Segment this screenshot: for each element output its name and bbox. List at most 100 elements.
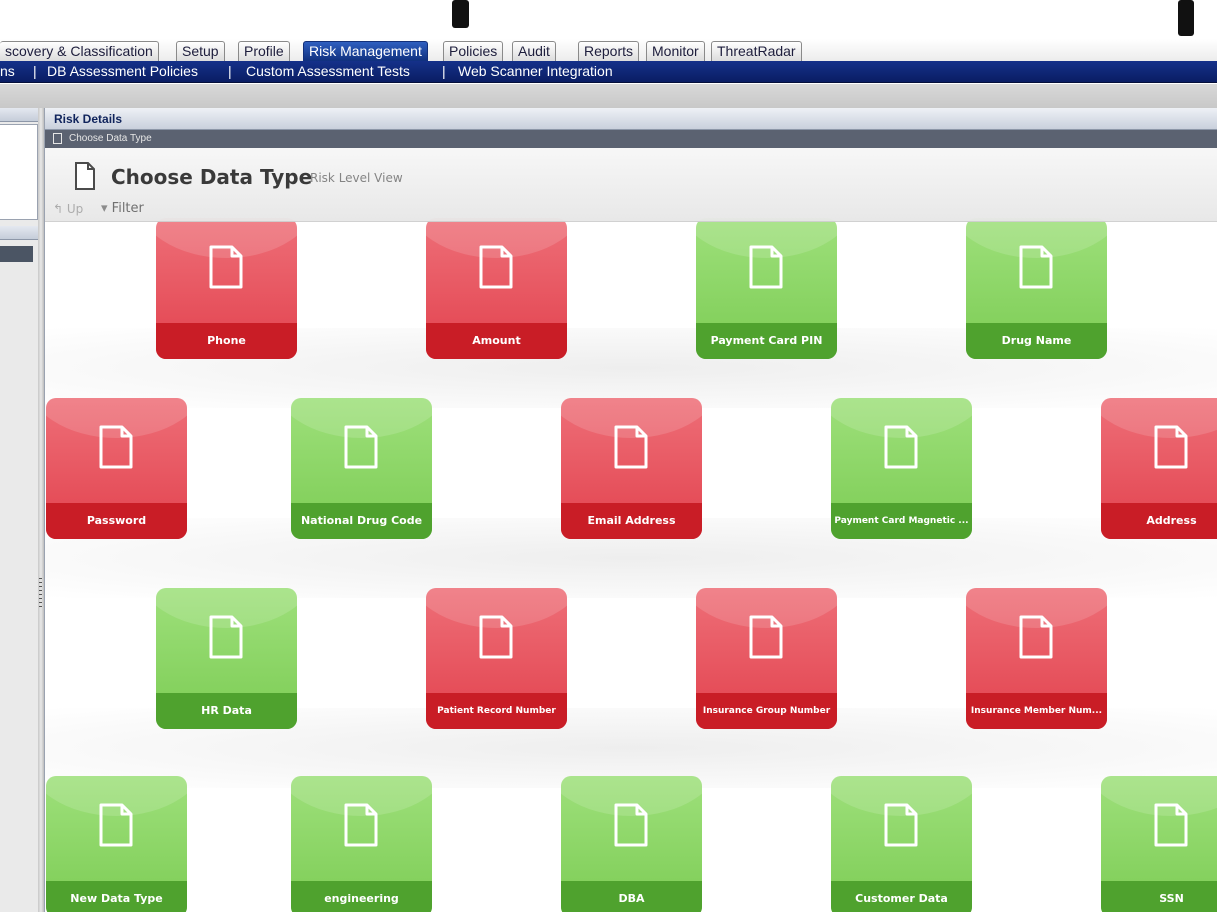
view-title: Choose Data Type [111,165,313,189]
subnav-custom-assessment-tests[interactable]: Custom Assessment Tests [246,62,410,81]
document-icon [1154,425,1188,469]
tab-discovery-classification[interactable]: scovery & Classification [0,41,159,61]
document-icon [884,803,918,847]
up-button[interactable]: ↰ Up [53,202,83,216]
document-icon [53,133,62,144]
screen: scovery & Classification Setup Profile R… [0,0,1217,912]
left-panel-header [0,226,38,240]
subnav-db-assessment-policies[interactable]: DB Assessment Policies [47,62,198,81]
data-type-tile-new-data-type[interactable]: New Data Type [46,776,187,912]
toolbar-band [0,84,1217,108]
view-subtitle: Risk Level View [310,171,403,185]
splitter-grip [39,602,42,603]
tab-reports[interactable]: Reports [578,41,640,61]
data-type-tile-phone[interactable]: Phone [156,218,297,359]
panel-title: Risk Details [54,112,123,126]
tile-label: Phone [207,334,246,347]
up-arrow-icon: ↰ [53,202,67,216]
data-type-tile-password[interactable]: Password [46,398,187,539]
data-type-tile-amount[interactable]: Amount [426,218,567,359]
document-icon [749,615,783,659]
left-panel-box [0,124,38,220]
splitter-grip [39,582,42,583]
data-type-tile-national-drug-code[interactable]: National Drug Code [291,398,432,539]
tile-label: National Drug Code [300,514,423,527]
left-panel-header [0,108,38,122]
document-icon [209,615,243,659]
left-panel-selected-row[interactable] [0,246,33,262]
tab-monitor[interactable]: Monitor [646,41,705,61]
tile-label: Amount [472,334,521,347]
data-type-tile-dba[interactable]: DBA [561,776,702,912]
tile-label: Insurance Group Number [702,706,831,716]
risk-details-panel: Risk Details Choose Data Type Choose Dat… [44,108,1217,912]
data-type-tile-address[interactable]: Address [1101,398,1217,539]
tile-label: New Data Type [70,892,163,905]
clipped-title-glyph [1178,0,1194,36]
document-icon [344,803,378,847]
tile-label: Patient Record Number [437,706,556,716]
left-panel [0,108,40,912]
subnav-item-clipped[interactable]: ns [0,62,15,81]
data-type-tile-payment-card-magnetic[interactable]: Payment Card Magnetic ... [831,398,972,539]
document-icon [614,425,648,469]
subnav-separator: | [33,63,37,79]
data-type-tile-payment-card-pin[interactable]: Payment Card PIN [696,218,837,359]
tab-policies[interactable]: Policies [443,41,504,61]
filter-button[interactable]: ▾ Filter [101,201,144,216]
document-icon [209,245,243,289]
tile-label: Email Address [587,514,676,527]
up-label: Up [66,202,84,216]
tile-label: Drug Name [1001,334,1072,347]
splitter-grip [39,598,42,599]
tab-setup[interactable]: Setup [176,41,225,61]
document-icon [75,162,95,190]
tile-label: Customer Data [855,892,948,905]
tab-profile[interactable]: Profile [238,41,290,61]
tile-label: Password [86,514,147,527]
tile-label: Insurance Member Num... [970,706,1103,716]
tile-label: Payment Card PIN [710,334,823,347]
document-icon [479,615,513,659]
document-icon [749,245,783,289]
data-type-tile-insurance-member-num[interactable]: Insurance Member Num... [966,588,1107,729]
data-type-tile-customer-data[interactable]: Customer Data [831,776,972,912]
tab-risk-management[interactable]: Risk Management [303,41,428,61]
data-type-tile-email-address[interactable]: Email Address [561,398,702,539]
view-header: Choose Data Type Risk Level View ↰ Up ▾ … [45,148,1217,222]
splitter-grip [39,590,42,591]
data-type-grid: Phone Amount Payment Card PIN Drug Name Pass… [45,208,1217,912]
document-icon [344,425,378,469]
main-tab-bar: scovery & Classification Setup Profile R… [0,39,1217,61]
document-icon [1019,245,1053,289]
top-title-strip [0,0,1217,39]
breadcrumb-text: Choose Data Type [69,133,152,144]
subnav-separator: | [442,63,446,79]
tile-label: DBA [618,892,645,905]
splitter-grip [39,586,42,587]
tile-label: HR Data [201,704,252,717]
data-type-tile-engineering[interactable]: engineering [291,776,432,912]
data-type-tile-ssn[interactable]: SSN [1101,776,1217,912]
splitter-grip [39,578,42,579]
sub-nav-bar: ns | DB Assessment Policies | Custom Ass… [0,61,1217,83]
tile-label: engineering [324,892,399,905]
document-icon [1019,615,1053,659]
tile-label: Payment Card Magnetic ... [834,516,969,526]
tab-audit[interactable]: Audit [512,41,556,61]
data-type-tile-drug-name[interactable]: Drug Name [966,218,1107,359]
document-icon [614,803,648,847]
document-icon [1154,803,1188,847]
tab-threatradar[interactable]: ThreatRadar [711,41,802,61]
data-type-tile-hr-data[interactable]: HR Data [156,588,297,729]
filter-label: Filter [111,201,144,216]
risk-details-header: Risk Details [45,108,1217,130]
subnav-separator: | [228,63,232,79]
splitter-grip [39,606,42,607]
tile-label: Address [1146,514,1197,527]
data-type-tile-patient-record-number[interactable]: Patient Record Number [426,588,567,729]
document-icon [479,245,513,289]
data-type-tile-insurance-group-number[interactable]: Insurance Group Number [696,588,837,729]
subnav-web-scanner-integration[interactable]: Web Scanner Integration [458,62,613,81]
document-icon [99,425,133,469]
